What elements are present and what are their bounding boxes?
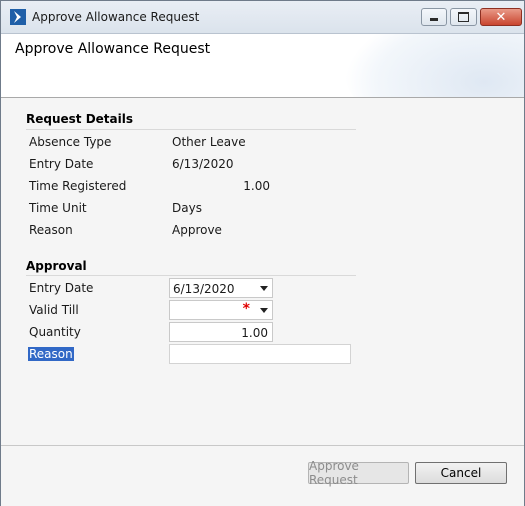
- time-registered-label: Time Registered: [29, 179, 127, 193]
- maximize-button[interactable]: [450, 8, 477, 26]
- required-marker: *: [242, 301, 250, 317]
- approval-heading: Approval: [26, 259, 87, 273]
- quantity-value: 1.00: [241, 326, 268, 340]
- cancel-button[interactable]: Cancel: [415, 462, 507, 484]
- section-divider: [26, 129, 356, 130]
- window-title: Approve Allowance Request: [32, 10, 200, 24]
- approval-reason-label-text: Reason: [28, 347, 74, 361]
- time-unit-value: Days: [172, 201, 202, 215]
- approval-entry-date-value: 6/13/2020: [173, 282, 235, 296]
- section-divider: [26, 275, 356, 276]
- minimize-icon: [430, 18, 438, 21]
- approval-entry-date-label: Entry Date: [29, 281, 94, 295]
- approve-request-button[interactable]: Approve Request: [308, 459, 409, 487]
- chevron-down-icon[interactable]: [260, 308, 268, 313]
- title-bar[interactable]: Approve Allowance Request ✕: [1, 1, 524, 34]
- time-unit-label: Time Unit: [29, 201, 87, 215]
- time-registered-value: 1.00: [243, 179, 270, 193]
- maximize-icon: [458, 12, 469, 22]
- dialog-window: Approve Allowance Request ✕ Approve Allo…: [0, 0, 525, 506]
- approval-reason-label: Reason: [28, 347, 74, 361]
- absence-type-value: Other Leave: [172, 135, 246, 149]
- entry-date-label: Entry Date: [29, 157, 94, 171]
- minimize-button[interactable]: [421, 8, 447, 26]
- quantity-label: Quantity: [29, 325, 81, 339]
- approval-entry-date-dropdown[interactable]: 6/13/2020: [169, 278, 273, 298]
- entry-date-value: 6/13/2020: [172, 157, 234, 171]
- valid-till-label: Valid Till: [29, 303, 79, 317]
- request-details-heading: Request Details: [26, 112, 134, 126]
- app-logo-icon: [10, 9, 26, 25]
- dialog-footer: Approve Request Cancel: [1, 445, 524, 506]
- chevron-down-icon[interactable]: [260, 286, 268, 291]
- page-title: Approve Allowance Request: [15, 41, 211, 57]
- valid-till-dropdown[interactable]: *: [169, 300, 273, 320]
- close-icon: ✕: [495, 9, 507, 25]
- header-decoration: [344, 34, 524, 97]
- close-window-button[interactable]: ✕: [480, 8, 522, 26]
- dialog-content: Request Details Absence Type Other Leave…: [1, 98, 524, 444]
- quantity-input[interactable]: 1.00: [169, 322, 273, 342]
- reason-label: Reason: [29, 223, 73, 237]
- header-banner: Approve Allowance Request: [1, 34, 524, 98]
- reason-value: Approve: [172, 223, 222, 237]
- absence-type-label: Absence Type: [29, 135, 112, 149]
- approval-reason-input[interactable]: [169, 344, 351, 364]
